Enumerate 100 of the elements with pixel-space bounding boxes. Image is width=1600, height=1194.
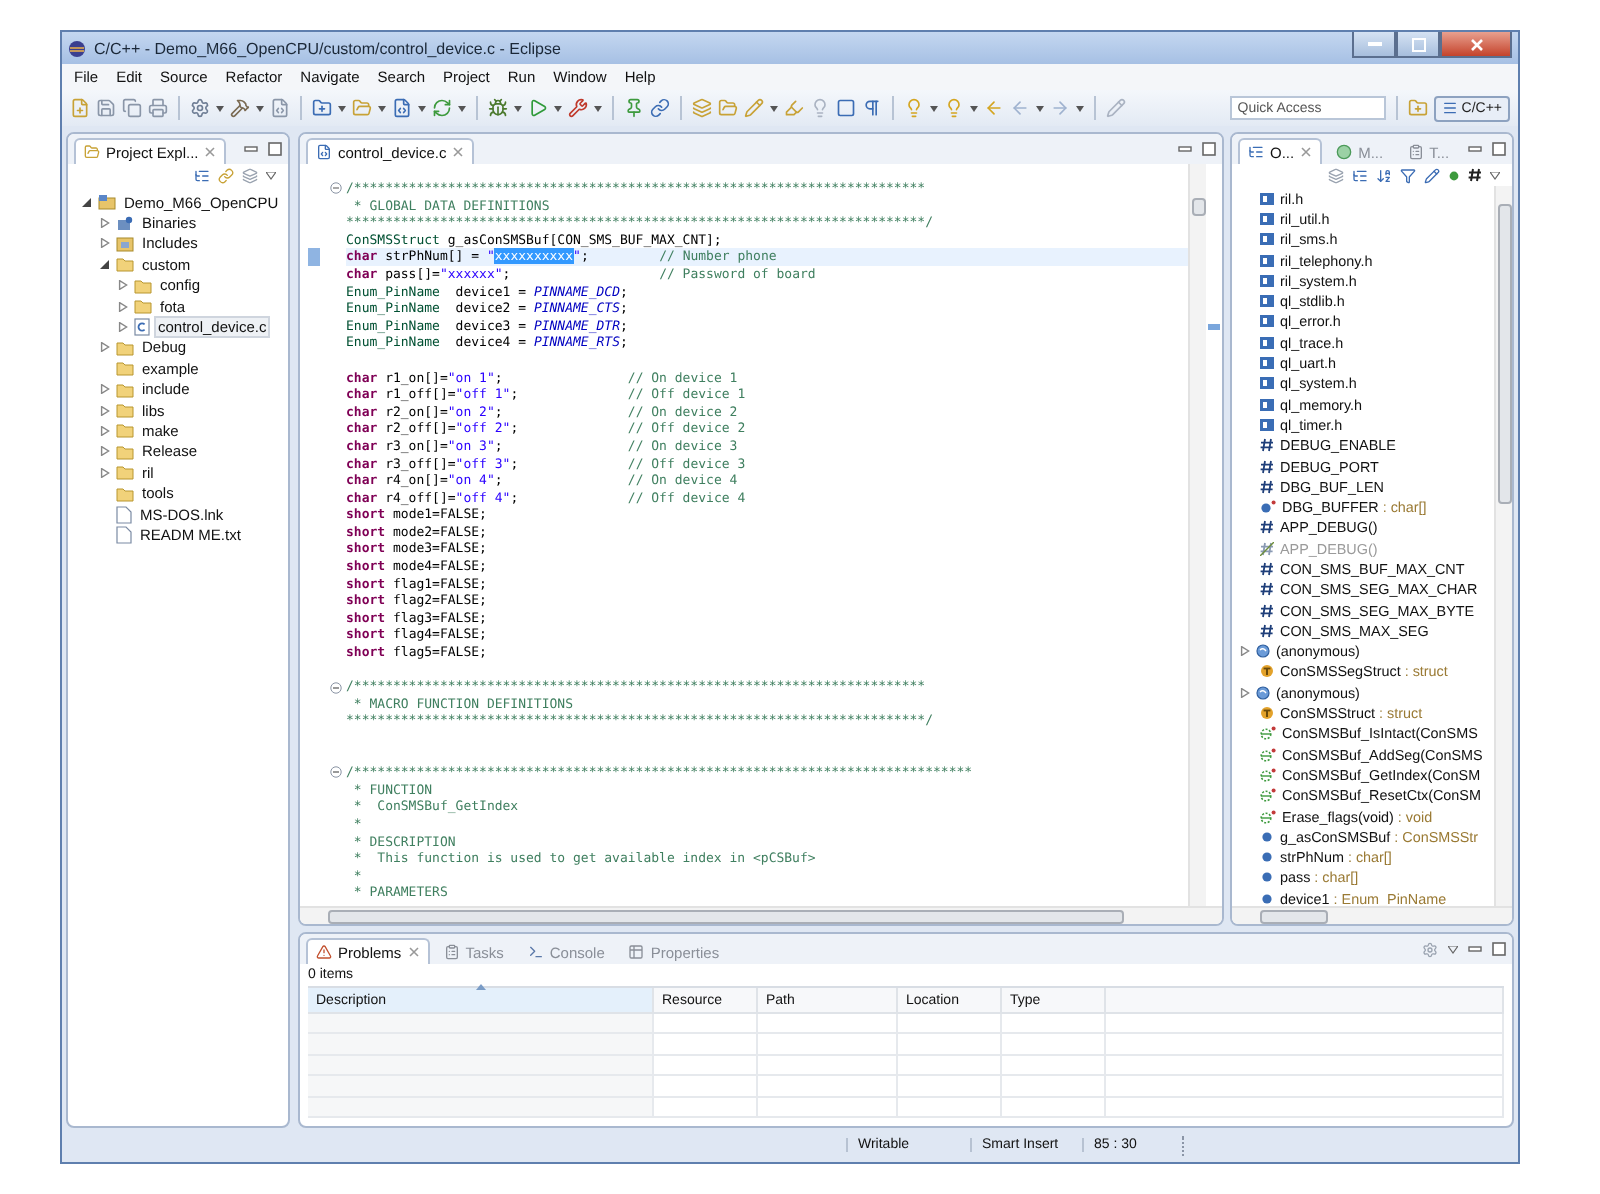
close-icon[interactable]	[1300, 146, 1313, 158]
hash-icon	[1260, 561, 1274, 576]
horizontal-scrollbar[interactable]	[1232, 906, 1512, 924]
expand-arrow-icon[interactable]	[100, 218, 110, 229]
hash-icon[interactable]	[1468, 168, 1482, 182]
view-menu-icon[interactable]	[266, 171, 276, 179]
minimize-icon[interactable]	[244, 146, 258, 152]
new-folder-icon[interactable]	[312, 98, 332, 118]
vertical-scrollbar[interactable]	[1494, 186, 1512, 906]
expand-arrow-icon[interactable]	[100, 425, 110, 436]
dropdown-arrow-icon[interactable]	[1076, 105, 1084, 111]
overview-marker[interactable]	[1208, 324, 1220, 330]
dropdown-arrow-icon[interactable]	[378, 105, 386, 111]
expand-arrow-icon[interactable]	[100, 238, 110, 249]
link-icon[interactable]	[218, 167, 234, 183]
expand-arrow-icon[interactable]	[1240, 646, 1250, 657]
dropdown-arrow-icon[interactable]	[594, 105, 602, 111]
collapse-all-icon[interactable]	[1352, 167, 1368, 183]
square-icon[interactable]	[836, 98, 856, 118]
hash-icon	[1260, 582, 1274, 597]
close-icon[interactable]	[204, 146, 217, 158]
outline-icon	[1248, 144, 1264, 160]
dropdown-arrow-icon[interactable]	[256, 105, 264, 111]
maximize-icon[interactable]	[1492, 942, 1506, 956]
open-folder-icon[interactable]	[718, 98, 738, 118]
expand-arrow-icon[interactable]	[118, 280, 128, 291]
dropdown-arrow-icon[interactable]	[418, 105, 426, 111]
new-file-icon[interactable]	[70, 98, 90, 118]
link-icon[interactable]	[650, 98, 670, 118]
refresh-icon[interactable]	[432, 98, 452, 118]
table-cell	[758, 1076, 898, 1098]
expand-arrow-icon[interactable]	[100, 384, 110, 395]
layers-icon[interactable]	[242, 167, 258, 183]
hash-icon	[1260, 623, 1274, 638]
expand-arrow-icon[interactable]	[118, 322, 128, 333]
run-icon[interactable]	[528, 98, 548, 118]
maximize-icon[interactable]	[268, 142, 282, 156]
vertical-scrollbar[interactable]	[1188, 164, 1206, 906]
header-file-icon	[1260, 314, 1274, 329]
edit-icon[interactable]	[1106, 98, 1126, 118]
hammer-icon[interactable]	[230, 98, 250, 118]
table-cell	[654, 1076, 758, 1098]
pilcrow-icon[interactable]	[862, 98, 882, 118]
field-icon	[1260, 500, 1276, 515]
header-file-icon	[1260, 253, 1274, 268]
close-button[interactable]	[1440, 32, 1512, 58]
minimize-icon[interactable]	[1178, 146, 1192, 152]
pin-icon[interactable]	[624, 98, 644, 118]
table-cell	[1002, 1097, 1106, 1118]
dropdown-arrow-icon[interactable]	[1036, 105, 1044, 111]
view-menu-icon[interactable]	[1490, 171, 1500, 179]
print-icon[interactable]	[148, 98, 168, 118]
minimize-button[interactable]	[1352, 32, 1396, 58]
maximize-button[interactable]	[1396, 32, 1440, 58]
minimize-icon[interactable]	[1468, 146, 1482, 152]
dropdown-arrow-icon[interactable]	[514, 105, 522, 111]
dropdown-arrow-icon[interactable]	[770, 105, 778, 111]
dropdown-arrow-icon[interactable]	[338, 105, 346, 111]
fold-collapse-icon[interactable]	[330, 182, 342, 195]
dropdown-arrow-icon[interactable]	[970, 105, 978, 111]
layers-icon[interactable]	[692, 98, 712, 118]
expand-arrow-icon[interactable]	[1240, 687, 1250, 698]
gear-icon[interactable]	[190, 98, 210, 118]
dropdown-arrow-icon[interactable]	[458, 105, 466, 111]
hash-icon	[1260, 479, 1274, 494]
filter-icon[interactable]	[1400, 167, 1416, 183]
dropdown-arrow-icon[interactable]	[554, 105, 562, 111]
dot-icon[interactable]	[1448, 169, 1460, 181]
collapse-all-icon[interactable]	[194, 167, 210, 183]
view-menu-icon[interactable]	[1448, 945, 1458, 953]
maximize-icon[interactable]	[1202, 142, 1216, 156]
expand-arrow-icon[interactable]	[100, 446, 110, 457]
horizontal-scrollbar[interactable]	[300, 906, 1222, 924]
table-cell	[758, 1034, 898, 1056]
bug-icon[interactable]	[488, 98, 508, 118]
sort-icon[interactable]	[1376, 167, 1392, 183]
task-list-icon	[1407, 144, 1424, 160]
expand-arrow-icon[interactable]	[100, 405, 110, 416]
open-perspective-icon[interactable]	[1407, 98, 1428, 118]
table-cell	[1002, 1076, 1106, 1098]
close-icon[interactable]	[452, 146, 465, 158]
dropdown-arrow-icon[interactable]	[216, 105, 224, 111]
collapse-arrow-icon[interactable]	[100, 259, 110, 270]
expand-arrow-icon[interactable]	[100, 467, 110, 478]
gear-icon[interactable]	[1422, 941, 1438, 957]
expand-arrow-icon[interactable]	[118, 301, 128, 312]
dropdown-arrow-icon[interactable]	[930, 105, 938, 111]
fold-collapse-icon[interactable]	[330, 766, 342, 779]
pencil-icon[interactable]	[1424, 167, 1440, 183]
save-icon[interactable]	[96, 98, 116, 118]
source-file-icon[interactable]	[392, 98, 412, 118]
close-icon[interactable]	[407, 946, 420, 958]
fold-collapse-icon[interactable]	[330, 681, 342, 694]
layers-icon[interactable]	[1328, 167, 1344, 183]
copy-icon[interactable]	[122, 98, 142, 118]
collapse-arrow-icon[interactable]	[82, 197, 92, 208]
minimize-icon[interactable]	[1468, 946, 1482, 952]
expand-arrow-icon[interactable]	[100, 342, 110, 353]
maximize-icon[interactable]	[1492, 142, 1506, 156]
wrench-icon[interactable]	[568, 98, 588, 118]
